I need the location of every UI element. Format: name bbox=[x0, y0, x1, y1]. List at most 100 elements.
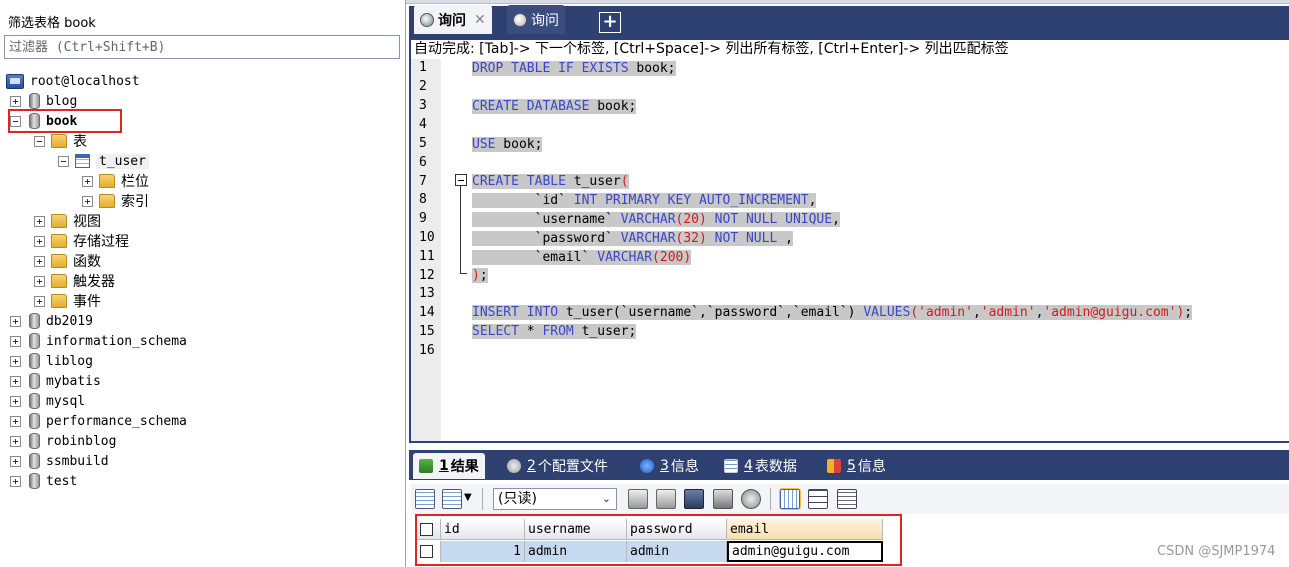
tree-folder-procedures[interactable]: 存储过程 bbox=[34, 231, 129, 251]
code-line-8: `id` INT PRIMARY KEY AUTO_INCREMENT, bbox=[472, 191, 817, 210]
tree-folder-functions[interactable]: 函数 bbox=[34, 251, 101, 271]
folder-label: 索引 bbox=[121, 194, 149, 210]
code-line-10: `password` VARCHAR(32) NOT NULL , bbox=[472, 229, 793, 248]
database-icon bbox=[29, 373, 40, 389]
profile-icon bbox=[507, 459, 521, 473]
collapse-icon[interactable] bbox=[34, 135, 45, 147]
folder-label: 存储过程 bbox=[73, 234, 129, 250]
tree-connection[interactable]: root@localhost bbox=[6, 71, 140, 91]
form-view-icon[interactable] bbox=[808, 489, 828, 509]
db-label: performance_schema bbox=[46, 413, 187, 429]
readonly-select[interactable]: (只读) ⌄ bbox=[493, 488, 617, 510]
expand-icon[interactable] bbox=[82, 195, 93, 207]
query-tab-active[interactable]: 询问 ✕ bbox=[414, 5, 492, 34]
refresh-icon[interactable] bbox=[656, 489, 676, 509]
chevron-down-icon[interactable]: ▼ bbox=[464, 492, 472, 503]
folder-icon bbox=[51, 234, 67, 248]
add-row-icon[interactable] bbox=[415, 489, 435, 509]
tree-db-item[interactable]: information_schema bbox=[10, 331, 187, 351]
line-number: 3 bbox=[419, 98, 427, 113]
line-number: 4 bbox=[419, 117, 427, 132]
db-label: mybatis bbox=[46, 373, 101, 389]
chevron-down-icon: ⌄ bbox=[601, 492, 611, 505]
code-line-3: CREATE DATABASE book; bbox=[472, 99, 637, 114]
grid-view-icon[interactable] bbox=[779, 488, 801, 510]
query-tab[interactable]: 询问 bbox=[507, 5, 565, 34]
expand-icon[interactable] bbox=[10, 335, 21, 347]
expand-icon[interactable] bbox=[10, 95, 21, 107]
db-label: db2019 bbox=[46, 313, 93, 329]
expand-icon[interactable] bbox=[10, 435, 21, 447]
expand-icon[interactable] bbox=[10, 455, 21, 467]
query-icon bbox=[513, 12, 527, 27]
object-browser-panel: 筛选表格 book root@localhost blog book 表 t_u… bbox=[0, 0, 406, 567]
expand-icon[interactable] bbox=[34, 215, 45, 227]
expand-icon[interactable] bbox=[10, 475, 21, 487]
tree-table-t-user[interactable]: t_user bbox=[58, 151, 149, 171]
highlight-box-book bbox=[8, 109, 122, 133]
code-line-5: USE book; bbox=[472, 137, 543, 152]
folder-label: 事件 bbox=[73, 294, 101, 310]
filter-input[interactable] bbox=[4, 35, 400, 59]
tree-folder-triggers[interactable]: 触发器 bbox=[34, 271, 115, 291]
save-icon[interactable] bbox=[684, 489, 704, 509]
query-tab-label: 询问 bbox=[531, 12, 559, 29]
line-number: 7 bbox=[419, 174, 427, 189]
database-icon bbox=[29, 93, 40, 109]
folder-icon bbox=[51, 294, 67, 308]
code-line-14: INSERT INTO t_user(`username`,`password`… bbox=[472, 305, 1193, 320]
fold-toggle-icon[interactable] bbox=[455, 174, 467, 186]
table-label: t_user bbox=[96, 153, 149, 169]
expand-icon[interactable] bbox=[34, 275, 45, 287]
result-tab-profile[interactable]: 2 个配置文件 bbox=[501, 453, 614, 479]
tree-db-item[interactable]: db2019 bbox=[10, 311, 93, 331]
folder-icon bbox=[99, 174, 115, 188]
collapse-icon[interactable] bbox=[58, 155, 69, 167]
expand-icon[interactable] bbox=[10, 375, 21, 387]
delete-icon[interactable] bbox=[713, 489, 733, 509]
close-icon[interactable]: ✕ bbox=[474, 12, 486, 28]
copy-row-icon[interactable] bbox=[628, 489, 648, 509]
db-label: robinblog bbox=[46, 433, 117, 449]
database-icon bbox=[29, 313, 40, 329]
tree-db-item[interactable]: test bbox=[10, 471, 77, 491]
database-icon bbox=[29, 473, 40, 489]
tree-folder-events[interactable]: 事件 bbox=[34, 291, 101, 311]
tree-db-item[interactable]: performance_schema bbox=[10, 411, 187, 431]
expand-icon[interactable] bbox=[34, 295, 45, 307]
expand-icon[interactable] bbox=[82, 175, 93, 187]
tree-db-item[interactable]: liblog bbox=[10, 351, 93, 371]
result-tab-info[interactable]: 3 信息 bbox=[634, 453, 705, 479]
expand-icon[interactable] bbox=[10, 395, 21, 407]
folder-label: 视图 bbox=[73, 214, 101, 230]
autocomplete-hint: 自动完成: [Tab]-> 下一个标签, [Ctrl+Space]-> 列出所有… bbox=[411, 40, 1289, 59]
expand-icon[interactable] bbox=[34, 235, 45, 247]
text-view-icon[interactable] bbox=[837, 489, 857, 509]
tree-folder-columns[interactable]: 栏位 bbox=[82, 171, 149, 191]
expand-icon[interactable] bbox=[10, 355, 21, 367]
tree-folder-tables[interactable]: 表 bbox=[34, 131, 87, 151]
line-number: 6 bbox=[419, 155, 427, 170]
result-tab-info-2[interactable]: 5 信息 bbox=[821, 453, 892, 479]
result-tab-table-data[interactable]: 4 表数据 bbox=[718, 453, 803, 479]
export-icon[interactable] bbox=[442, 489, 462, 509]
line-number: 14 bbox=[419, 305, 435, 320]
expand-icon[interactable] bbox=[34, 255, 45, 267]
tree-folder-views[interactable]: 视图 bbox=[34, 211, 101, 231]
tree-db-item[interactable]: mybatis bbox=[10, 371, 101, 391]
folder-label: 表 bbox=[73, 134, 87, 150]
expand-icon[interactable] bbox=[10, 415, 21, 427]
tree-db-item[interactable]: mysql bbox=[10, 391, 85, 411]
tree-db-item[interactable]: ssmbuild bbox=[10, 451, 109, 471]
cancel-icon[interactable] bbox=[741, 489, 761, 509]
db-label: ssmbuild bbox=[46, 453, 109, 469]
tree-db-blog[interactable]: blog bbox=[10, 91, 77, 111]
expand-icon[interactable] bbox=[10, 315, 21, 327]
result-tab-results[interactable]: 1 结果 bbox=[413, 453, 485, 479]
tree-db-item[interactable]: robinblog bbox=[10, 431, 116, 451]
tree-folder-indexes[interactable]: 索引 bbox=[82, 191, 149, 211]
db-label: test bbox=[46, 473, 78, 489]
table-icon bbox=[75, 154, 90, 168]
line-number: 11 bbox=[419, 249, 435, 264]
add-tab-button[interactable]: + bbox=[599, 12, 621, 33]
